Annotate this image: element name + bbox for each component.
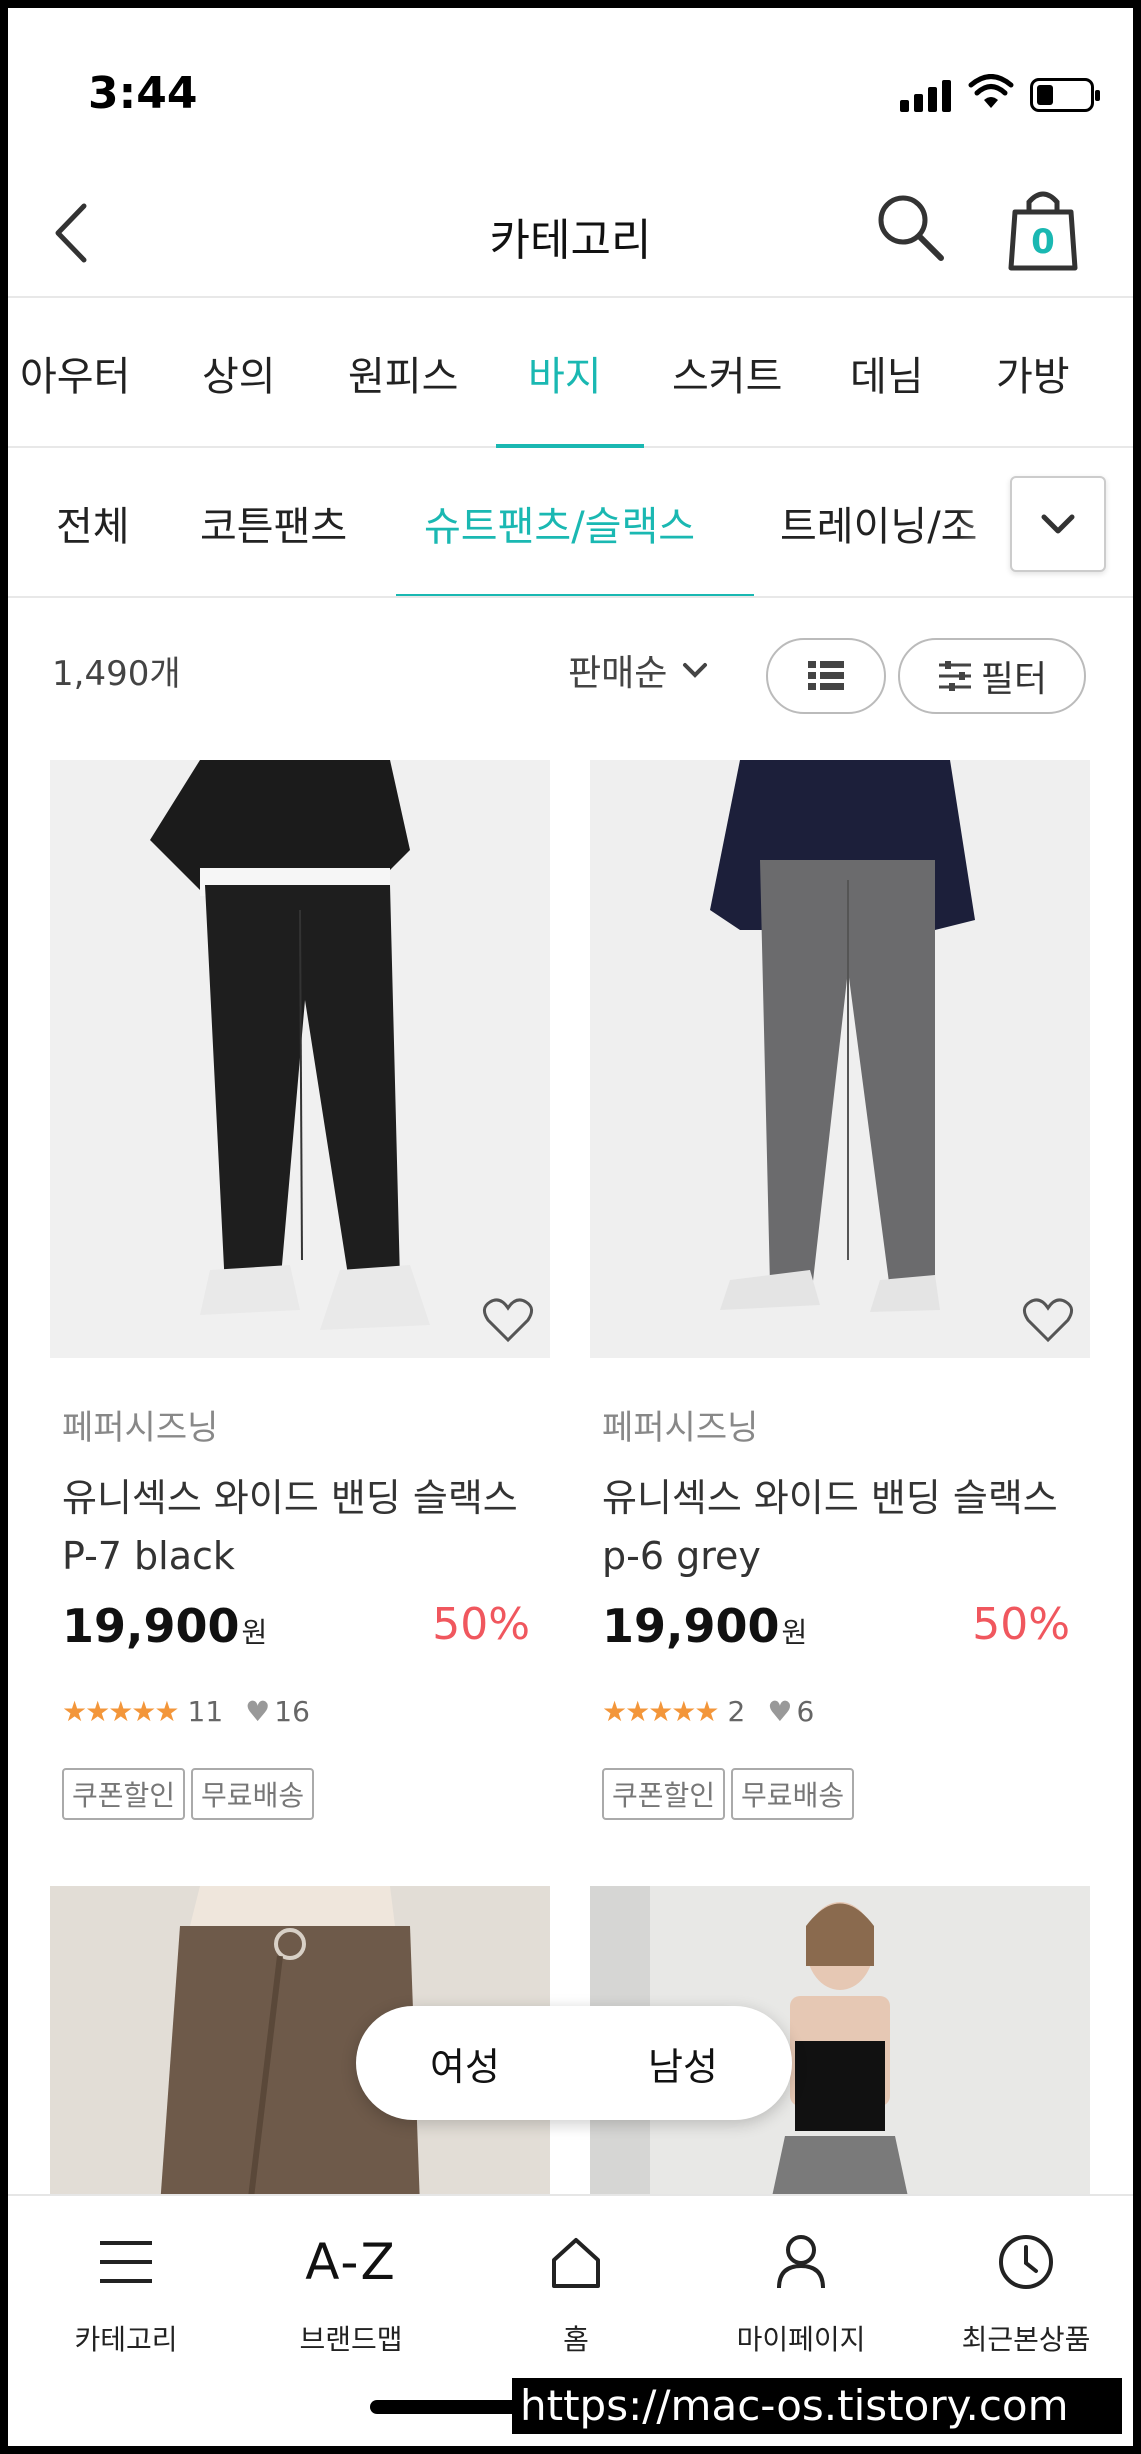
currency-label: 원 (781, 1616, 808, 1649)
subtab-all[interactable]: 전체 (56, 494, 130, 552)
product-meta: ★★★★★ 2 ♥ 6 (602, 1695, 1090, 1728)
filter-label: 필터 (980, 659, 1048, 700)
product-tags: 쿠폰할인 무료배송 (602, 1768, 1090, 1820)
filter-sliders-icon (938, 661, 971, 691)
menu-icon (100, 2241, 152, 2283)
tabbar-home[interactable]: 홈 (476, 2224, 676, 2358)
list-toolbar: 1,490개 판매순 필터 (8, 600, 1133, 730)
product-card[interactable]: 페퍼시즈닝 유니섹스 와이드 밴딩 슬랙스 p-6 grey 19,900원 5… (590, 760, 1090, 1820)
a-z-icon: A-Z (305, 2233, 397, 2291)
expand-subtabs-button[interactable] (1010, 476, 1106, 572)
price-value: 19,900 (62, 1599, 240, 1653)
heart-icon[interactable] (1022, 1298, 1074, 1344)
signal-icon (900, 80, 951, 112)
clock-icon (999, 2235, 1053, 2289)
wifi-icon (968, 74, 1014, 108)
tab-pants[interactable]: 바지 (528, 344, 602, 402)
product-price: 19,900원 (62, 1599, 267, 1653)
tab-skirt[interactable]: 스커트 (672, 344, 782, 402)
tab-top[interactable]: 상의 (202, 344, 276, 402)
product-tags: 쿠폰할인 무료배송 (62, 1768, 550, 1820)
gender-toggle: 여성 남성 (356, 2006, 792, 2120)
discount-rate: 50% (432, 1599, 530, 1650)
cart-count-badge: 0 (1031, 222, 1055, 262)
subtab-cotton-pants[interactable]: 코튼팬츠 (200, 494, 347, 552)
home-icon (552, 2238, 600, 2288)
gender-male-button[interactable]: 남성 (648, 2036, 718, 2091)
status-bar: 3:44 (8, 8, 1133, 158)
chevron-down-icon (683, 663, 708, 678)
sort-label: 판매순 (568, 653, 668, 694)
tabbar-label: 브랜드맵 (299, 2323, 403, 2356)
star-rating-icon: ★★★★★ (602, 1695, 720, 1728)
app-screen: 3:44 카테고리 0 아우터 상의 원피스 바지 스커트 데님 가방 전체 코… (8, 8, 1133, 2446)
battery-icon (1030, 78, 1100, 112)
price-row: 19,900원 50% (590, 1599, 1090, 1659)
tag-free-shipping: 무료배송 (191, 1768, 315, 1820)
product-meta: ★★★★★ 11 ♥ 16 (62, 1695, 550, 1728)
status-time: 3:44 (88, 68, 198, 119)
chevron-down-icon (1041, 514, 1075, 534)
tab-denim[interactable]: 데님 (850, 344, 924, 402)
star-rating-icon: ★★★★★ (62, 1695, 180, 1728)
category-tabs: 아우터 상의 원피스 바지 스커트 데님 가방 (8, 298, 1133, 448)
price-value: 19,900 (602, 1599, 780, 1653)
like-count-value: 16 (274, 1695, 310, 1728)
product-price: 19,900원 (602, 1599, 807, 1653)
cart-button[interactable]: 0 (1003, 184, 1083, 274)
product-name[interactable]: 유니섹스 와이드 밴딩 슬랙스 p-6 grey (602, 1469, 1072, 1585)
heart-icon[interactable] (482, 1298, 534, 1344)
product-image[interactable] (590, 760, 1090, 1358)
tag-coupon: 쿠폰할인 (602, 1768, 726, 1820)
product-brand: 페퍼시즈닝 (602, 1408, 759, 1448)
watermark-text: https://mac-os.tistory.com (512, 2378, 1122, 2434)
tabbar-label: 홈 (563, 2323, 589, 2356)
result-count: 1,490개 (52, 654, 181, 694)
product-brand: 페퍼시즈닝 (62, 1408, 219, 1448)
tab-dress[interactable]: 원피스 (348, 344, 458, 402)
search-icon[interactable] (873, 190, 949, 266)
subtab-slacks[interactable]: 슈트팬츠/슬랙스 (424, 494, 695, 552)
fade-overlay (958, 448, 1018, 596)
like-count: ♥ 16 (245, 1695, 310, 1728)
black-slacks-photo (50, 760, 550, 1358)
tag-free-shipping: 무료배송 (731, 1768, 855, 1820)
price-row: 19,900원 50% (50, 1599, 550, 1659)
person-icon (777, 2235, 825, 2289)
tag-coupon: 쿠폰할인 (62, 1768, 186, 1820)
currency-label: 원 (241, 1616, 268, 1649)
active-subtab-indicator (396, 594, 754, 596)
product-image[interactable] (50, 760, 550, 1358)
view-mode-button[interactable] (766, 638, 886, 714)
heart-small-icon: ♥ (767, 1695, 793, 1728)
review-count: 2 (727, 1695, 746, 1728)
product-name[interactable]: 유니섹스 와이드 밴딩 슬랙스 P-7 black (62, 1469, 532, 1585)
tabbar-recent[interactable]: 최근본상품 (926, 2224, 1126, 2358)
review-count: 11 (187, 1695, 224, 1728)
grey-slacks-photo (590, 760, 1090, 1358)
tabbar-category[interactable]: 카테고리 (26, 2224, 226, 2358)
tabbar-label: 최근본상품 (961, 2323, 1091, 2356)
discount-rate: 50% (972, 1599, 1070, 1650)
gender-female-button[interactable]: 여성 (430, 2036, 500, 2091)
nav-bar: 카테고리 0 (8, 158, 1133, 298)
like-count: ♥ 6 (767, 1695, 814, 1728)
subtab-training[interactable]: 트레이닝/조 (780, 494, 977, 552)
heart-small-icon: ♥ (245, 1695, 271, 1728)
tab-bag[interactable]: 가방 (996, 344, 1070, 402)
tabbar-label: 카테고리 (74, 2323, 178, 2356)
tab-outer[interactable]: 아우터 (20, 344, 130, 402)
page-title: 카테고리 (489, 215, 652, 266)
like-count-value: 6 (796, 1695, 815, 1728)
tabbar-brandmap[interactable]: A-Z 브랜드맵 (251, 2224, 451, 2358)
tabbar-label: 마이페이지 (736, 2323, 866, 2356)
product-card[interactable]: 페퍼시즈닝 유니섹스 와이드 밴딩 슬랙스 P-7 black 19,900원 … (50, 760, 550, 1820)
list-view-icon (808, 661, 844, 690)
subcategory-tabs: 전체 코튼팬츠 슈트팬츠/슬랙스 트레이닝/조 (8, 448, 1133, 598)
sort-dropdown[interactable]: 판매순 (568, 644, 709, 696)
filter-button[interactable]: 필터 (898, 638, 1086, 714)
tabbar-mypage[interactable]: 마이페이지 (701, 2224, 901, 2358)
